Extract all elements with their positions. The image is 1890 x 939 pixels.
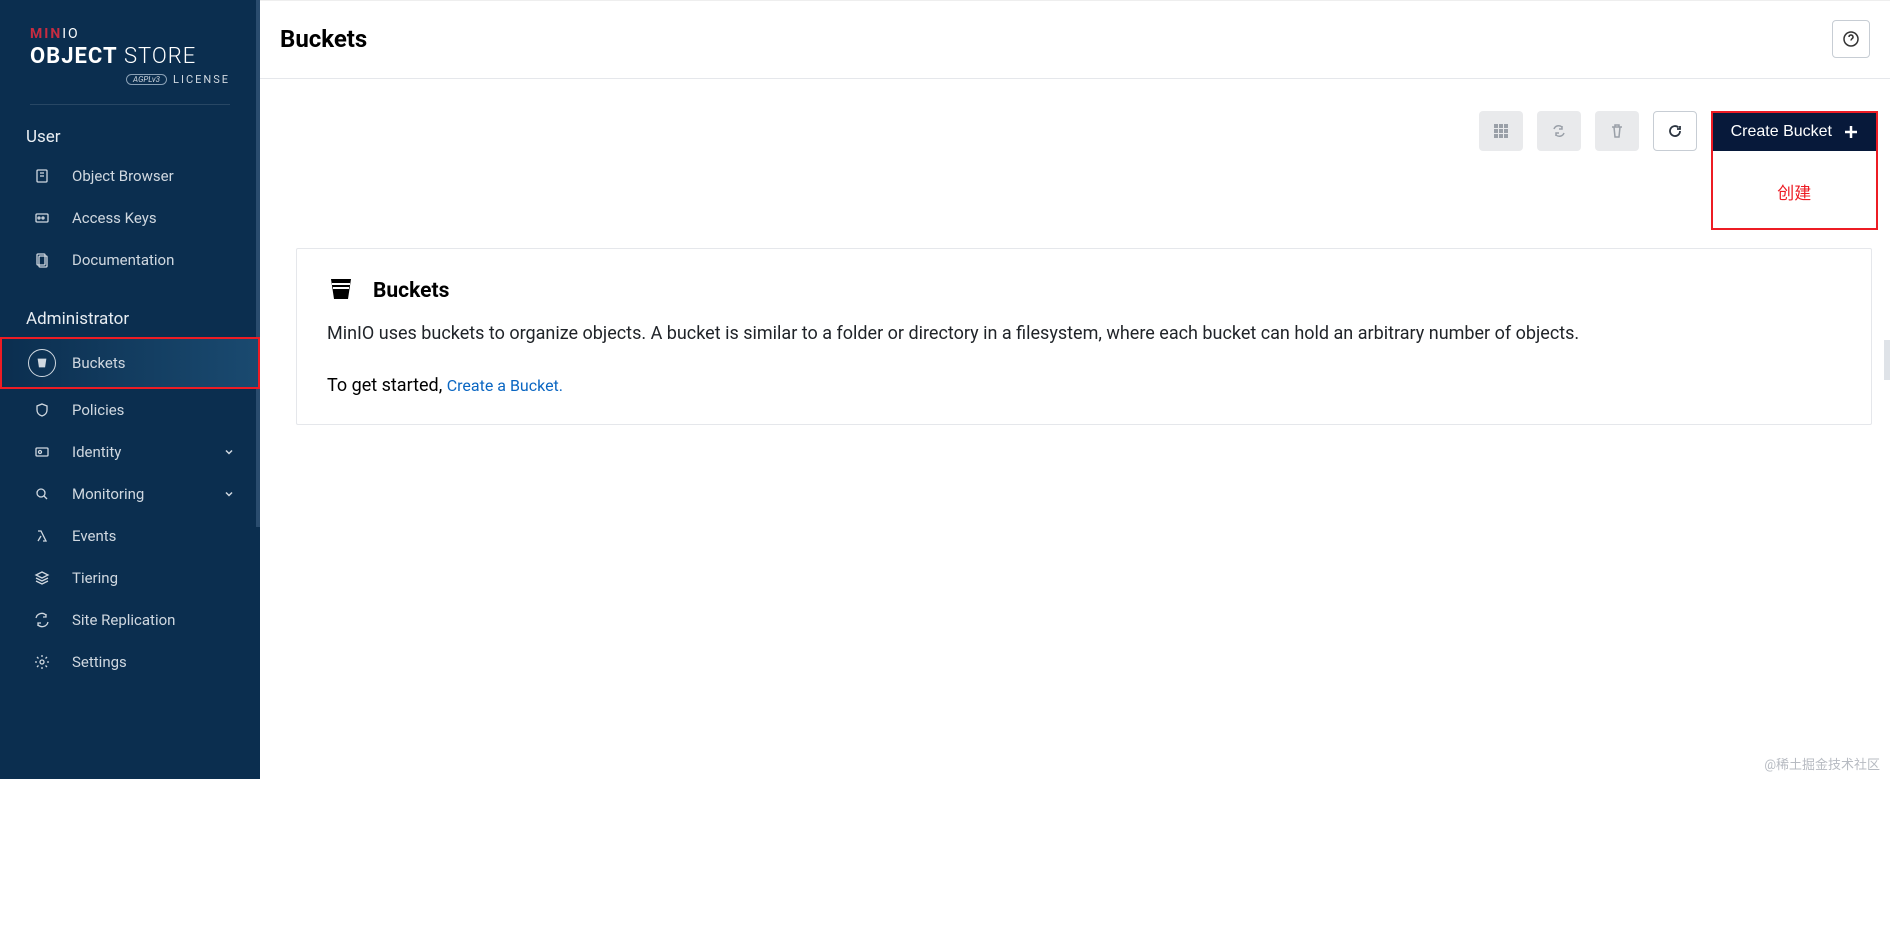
section-label-admin: Administrator — [0, 297, 260, 337]
watermark: @稀土掘金技术社区 — [1764, 754, 1880, 773]
create-annotation: 创建 — [1713, 179, 1876, 204]
nav-label: Events — [72, 527, 116, 545]
layers-icon — [34, 570, 50, 586]
create-bucket-link[interactable]: Create a Bucket. — [447, 376, 563, 395]
nav-label: Object Browser — [72, 167, 174, 185]
sidebar-item-buckets[interactable]: Buckets — [0, 337, 260, 389]
nav-label: Tiering — [72, 569, 118, 587]
sidebar-item-site-replication[interactable]: Site Replication — [0, 599, 260, 641]
sync-icon — [34, 612, 50, 628]
sidebar-item-documentation[interactable]: Documentation — [0, 239, 260, 281]
sidebar-item-settings[interactable]: Settings — [0, 641, 260, 683]
buckets-info-card: Buckets MinIO uses buckets to organize o… — [296, 248, 1872, 425]
key-icon — [34, 210, 50, 226]
nav-label: Policies — [72, 401, 124, 419]
sidebar-item-identity[interactable]: Identity — [0, 431, 260, 473]
page-title: Buckets — [280, 25, 367, 53]
card-cta: To get started, Create a Bucket. — [327, 375, 1841, 396]
section-label-user: User — [0, 115, 260, 155]
docs-icon — [34, 252, 50, 268]
page-header: Buckets — [260, 8, 1890, 79]
create-bucket-label: Create Bucket — [1731, 123, 1832, 141]
nav-label: Documentation — [72, 251, 174, 269]
nav-label: Access Keys — [72, 209, 157, 227]
search-icon — [34, 486, 50, 502]
license-badge: AGPLv3 — [126, 74, 167, 85]
sidebar-item-policies[interactable]: Policies — [0, 389, 260, 431]
id-icon — [34, 444, 50, 460]
help-button[interactable] — [1832, 20, 1870, 58]
nav-label: Monitoring — [72, 485, 144, 503]
sidebar: MINIO OBJECT STORE AGPLv3 LICENSE User O… — [0, 0, 260, 779]
sidebar-item-access-keys[interactable]: Access Keys — [0, 197, 260, 239]
main-content: Buckets Create Bucket — [260, 0, 1890, 779]
delete-button[interactable] — [1595, 111, 1639, 151]
create-bucket-button[interactable]: Create Bucket — [1713, 113, 1876, 151]
card-title: Buckets — [373, 279, 449, 303]
lifecycle-button[interactable] — [1537, 111, 1581, 151]
logo-brand: MINIO — [30, 26, 230, 42]
card-description: MinIO uses buckets to organize objects. … — [327, 321, 1841, 347]
nav-label: Buckets — [72, 354, 126, 372]
lambda-icon — [34, 528, 50, 544]
nav-label: Identity — [72, 443, 121, 461]
nav-label: Site Replication — [72, 611, 175, 629]
logo-product: OBJECT STORE — [30, 44, 230, 69]
logo-license: AGPLv3 LICENSE — [30, 73, 230, 86]
grid-view-button[interactable] — [1479, 111, 1523, 151]
file-icon — [34, 168, 50, 184]
main-scrollbar[interactable] — [1884, 340, 1890, 380]
sidebar-item-events[interactable]: Events — [0, 515, 260, 557]
gear-icon — [34, 654, 50, 670]
bucket-icon — [327, 275, 355, 307]
chevron-down-icon — [224, 443, 234, 461]
divider — [30, 104, 230, 105]
refresh-button[interactable] — [1653, 111, 1697, 151]
shield-icon — [34, 402, 50, 418]
card-header: Buckets — [327, 275, 1841, 307]
sidebar-item-object-browser[interactable]: Object Browser — [0, 155, 260, 197]
create-bucket-highlight: Create Bucket 创建 — [1711, 111, 1878, 230]
logo-area: MINIO OBJECT STORE AGPLv3 LICENSE — [0, 8, 260, 94]
nav-label: Settings — [72, 653, 127, 671]
chevron-down-icon — [224, 485, 234, 503]
sidebar-item-tiering[interactable]: Tiering — [0, 557, 260, 599]
top-gap — [260, 0, 1890, 8]
app-root: MINIO OBJECT STORE AGPLv3 LICENSE User O… — [0, 0, 1890, 779]
toolbar: Create Bucket 创建 — [260, 79, 1890, 248]
bucket-icon — [28, 349, 56, 377]
sidebar-item-monitoring[interactable]: Monitoring — [0, 473, 260, 515]
